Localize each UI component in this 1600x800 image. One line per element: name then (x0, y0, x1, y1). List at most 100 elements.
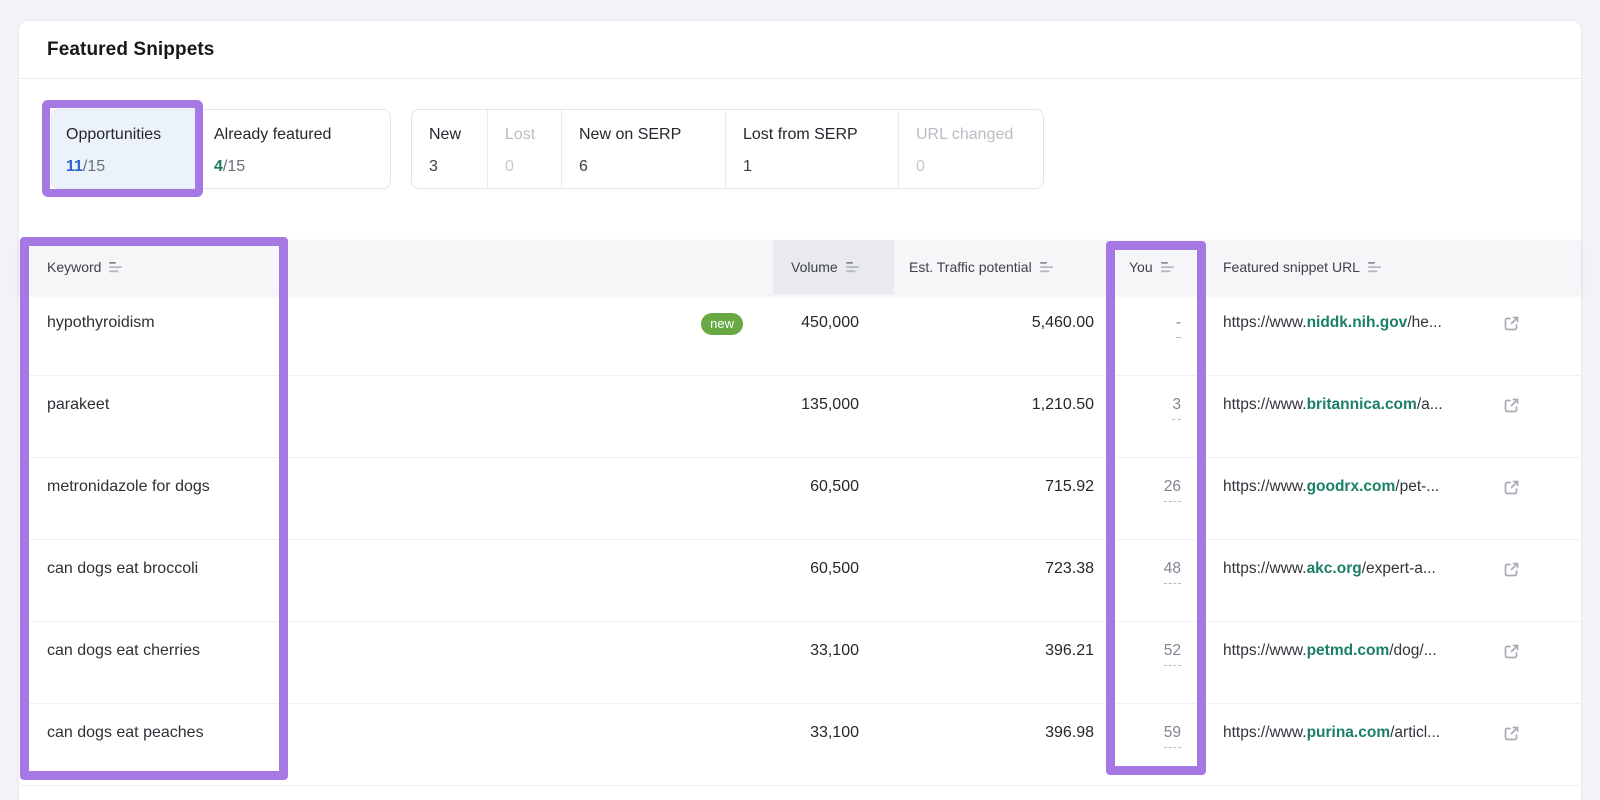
page: Featured Snippets Opportunities 11/15 Al… (0, 0, 1600, 800)
url-cell: https://www.niddk.nih.gov/he... (1206, 294, 1583, 375)
featured-snippet-url-link[interactable]: https://www.akc.org/expert-a... (1223, 558, 1436, 580)
column-header-label: Volume (791, 259, 838, 275)
external-link-icon[interactable] (1502, 396, 1521, 415)
featured-snippet-url-link[interactable]: https://www.niddk.nih.gov/he... (1223, 312, 1442, 334)
filter-url-changed: URL changed 0 (899, 110, 1043, 188)
filter-label: URL changed (916, 126, 1014, 143)
url-domain: britannica.com (1306, 396, 1417, 413)
keyword-cell: parakeet (19, 376, 773, 457)
table-row[interactable]: can dogs eat peaches 33,100 396.98 59 ht… (19, 704, 1581, 786)
keyword-cell: can dogs eat broccoli (19, 540, 773, 621)
column-header-you[interactable]: You (1107, 240, 1206, 294)
column-header-label: You (1129, 259, 1153, 275)
volume-value: 450,000 (801, 314, 859, 331)
est-traffic-potential-value: 5,460.00 (1031, 314, 1094, 331)
volume-value: 60,500 (810, 560, 859, 577)
sort-icon (1160, 262, 1174, 273)
you-cell: - (1107, 294, 1206, 375)
keyword-text: can dogs eat cherries (47, 642, 200, 659)
table-row[interactable]: can dogs eat cherries 33,100 396.21 52 h… (19, 622, 1581, 704)
tab-label: Opportunities (66, 126, 162, 143)
card-header: Featured Snippets (19, 21, 1581, 79)
filter-lost: Lost 0 (488, 110, 562, 188)
est-traffic-potential-value: 715.92 (1045, 478, 1094, 495)
sort-icon (845, 262, 859, 273)
url-domain: purina.com (1306, 724, 1391, 741)
volume-value: 33,100 (810, 724, 859, 741)
you-cell: 48 (1107, 540, 1206, 621)
table-row[interactable]: hypothyroidism new 450,000 5,460.00 - ht… (19, 294, 1581, 376)
url-path: /he... (1407, 314, 1442, 331)
filter-count: 0 (505, 158, 514, 175)
table-row[interactable]: metronidazole for dogs 60,500 715.92 26 … (19, 458, 1581, 540)
table-row[interactable]: parakeet 135,000 1,210.50 3 https://www.… (19, 376, 1581, 458)
you-position-link[interactable]: 52 (1163, 640, 1181, 666)
filter-lost-from-serp[interactable]: Lost from SERP 1 (726, 110, 899, 188)
filter-label: New (429, 126, 462, 143)
column-header-volume[interactable]: Volume (773, 240, 894, 294)
toolbar: Opportunities 11/15 Already featured 4/1… (19, 79, 1581, 240)
filter-count: 6 (579, 158, 588, 175)
url-domain: akc.org (1306, 560, 1362, 577)
you-cell: 59 (1107, 704, 1206, 785)
filter-count: 0 (916, 158, 925, 175)
filter-new-on-serp[interactable]: New on SERP 6 (562, 110, 726, 188)
tab-count: 4/15 (214, 156, 376, 178)
external-link-icon[interactable] (1502, 724, 1521, 743)
column-header-label: Est. Traffic potential (909, 259, 1032, 275)
column-header-est-traffic-potential[interactable]: Est. Traffic potential (894, 240, 1107, 294)
est-traffic-potential-value: 723.38 (1045, 560, 1094, 577)
snippets-table: Keyword Volume Est. Traffic potential Yo… (19, 240, 1581, 786)
external-link-icon[interactable] (1502, 642, 1521, 661)
featured-snippet-url-link[interactable]: https://www.purina.com/articl... (1223, 722, 1440, 744)
column-header-featured-snippet-url[interactable]: Featured snippet URL (1206, 240, 1583, 294)
keyword-text: can dogs eat broccoli (47, 560, 199, 577)
url-path: /a... (1416, 396, 1443, 413)
you-position-link[interactable]: 26 (1163, 476, 1181, 502)
filter-label: Lost from SERP (743, 126, 858, 143)
keyword-text: hypothyroidism (47, 314, 155, 331)
keyword-text: metronidazole for dogs (47, 478, 210, 495)
est-traffic-potential-value: 1,210.50 (1031, 396, 1094, 413)
url-cell: https://www.britannica.com/a... (1206, 376, 1583, 457)
keyword-text: can dogs eat peaches (47, 724, 204, 741)
featured-snippet-url-link[interactable]: https://www.goodrx.com/pet-... (1223, 476, 1439, 498)
featured-snippet-url-link[interactable]: https://www.britannica.com/a... (1223, 394, 1443, 416)
page-title: Featured Snippets (47, 38, 215, 60)
column-header-keyword[interactable]: Keyword (19, 240, 773, 294)
new-badge: new (701, 313, 743, 335)
est-traffic-potential-value: 396.98 (1045, 724, 1094, 741)
url-prefix: https://www. (1223, 560, 1307, 577)
table-body: hypothyroidism new 450,000 5,460.00 - ht… (19, 294, 1581, 786)
keyword-text: parakeet (47, 396, 110, 413)
tab-count: 11/15 (66, 156, 185, 178)
url-path: /expert-a... (1361, 560, 1436, 577)
filter-new[interactable]: New 3 (412, 110, 488, 188)
filter-label: Lost (505, 126, 536, 143)
tab-already-featured[interactable]: Already featured 4/15 (200, 110, 390, 188)
external-link-icon[interactable] (1502, 560, 1521, 579)
tab-opportunities[interactable]: Opportunities 11/15 (52, 110, 200, 188)
external-link-icon[interactable] (1502, 478, 1521, 497)
url-cell: https://www.akc.org/expert-a... (1206, 540, 1583, 621)
filter-count: 1 (743, 158, 752, 175)
featured-snippet-url-link[interactable]: https://www.petmd.com/dog/... (1223, 640, 1437, 662)
column-header-label: Featured snippet URL (1223, 259, 1360, 275)
column-header-label: Keyword (47, 259, 102, 275)
keyword-cell: can dogs eat peaches (19, 704, 773, 785)
url-domain: niddk.nih.gov (1306, 314, 1408, 331)
you-position-link[interactable]: 59 (1163, 722, 1181, 748)
you-cell: 52 (1107, 622, 1206, 703)
keyword-cell: can dogs eat cherries (19, 622, 773, 703)
you-position-link[interactable]: 48 (1163, 558, 1181, 584)
tab-count-value: 4 (214, 158, 223, 175)
you-position-link[interactable]: 3 (1172, 394, 1181, 420)
you-position-link[interactable]: - (1175, 312, 1181, 338)
tab-label: Already featured (214, 126, 332, 143)
status-filter-group: New 3 Lost 0 New on SERP 6 Lost from SER… (411, 109, 1044, 189)
table-row[interactable]: can dogs eat broccoli 60,500 723.38 48 h… (19, 540, 1581, 622)
sort-icon (1039, 262, 1053, 273)
you-cell: 3 (1107, 376, 1206, 457)
external-link-icon[interactable] (1502, 314, 1521, 333)
snippet-tabs: Opportunities 11/15 Already featured 4/1… (51, 109, 391, 189)
